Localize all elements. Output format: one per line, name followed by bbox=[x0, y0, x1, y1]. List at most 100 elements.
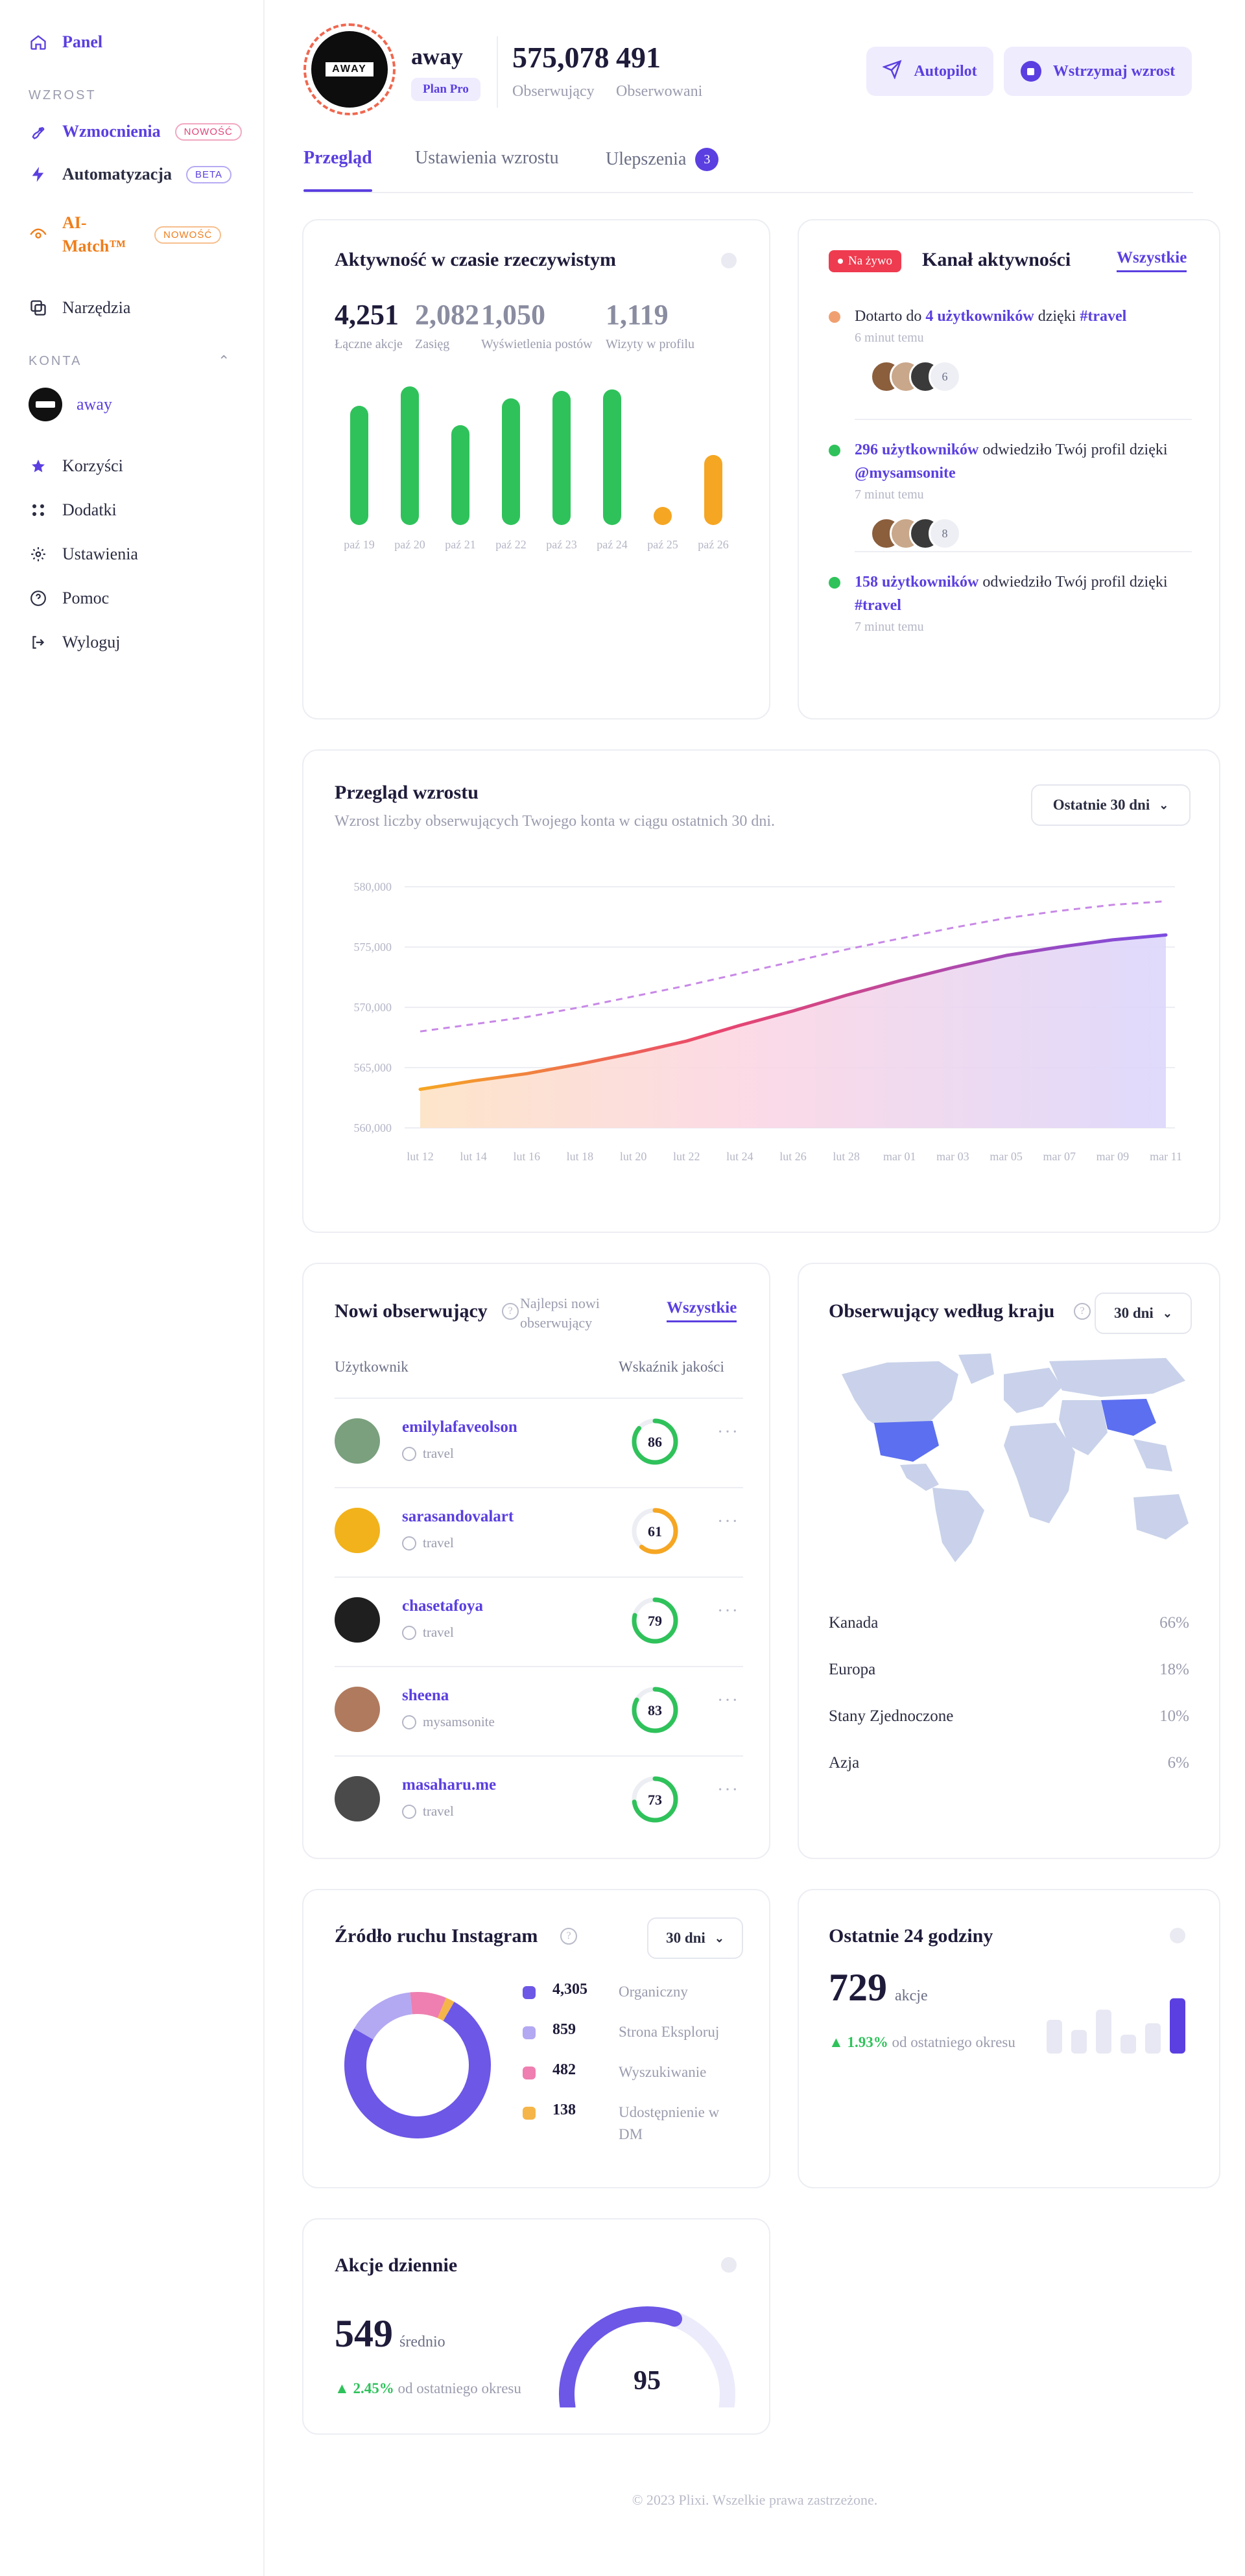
more-options-icon[interactable]: ··· bbox=[717, 1601, 739, 1622]
info-dot[interactable] bbox=[721, 2257, 737, 2273]
daily-value: 549 bbox=[335, 2312, 393, 2355]
feed-timestamp: 7 minut temu bbox=[855, 620, 924, 634]
country-name: Azja bbox=[829, 1754, 860, 1772]
pause-growth-button[interactable]: Wstrzymaj wzrost bbox=[1004, 47, 1192, 96]
traffic-range-label: 30 dni bbox=[666, 1930, 706, 1946]
feed-divider bbox=[855, 419, 1192, 420]
follower-row[interactable]: sheena mysamsonite 83 ··· bbox=[335, 1678, 743, 1742]
help-icon[interactable]: ? bbox=[502, 1303, 519, 1320]
follower-username[interactable]: chasetafoya bbox=[402, 1597, 483, 1615]
country-name: Europa bbox=[829, 1661, 876, 1678]
gear-icon bbox=[29, 544, 48, 564]
feed-item-text: 296 użytkowników odwiedziło Twój profil … bbox=[855, 438, 1179, 485]
hour-bar bbox=[1170, 1998, 1185, 2054]
nav-tools[interactable]: Narzędzia bbox=[29, 298, 130, 318]
more-options-icon[interactable]: ··· bbox=[717, 1512, 739, 1532]
follower-username[interactable]: sarasandovalart bbox=[402, 1508, 514, 1526]
x-tick-label: mar 09 bbox=[1097, 1150, 1129, 1163]
help-icon[interactable]: ? bbox=[560, 1928, 577, 1945]
sidebar: Panel WZROST Wzmocnienia NOWOŚĆ Automaty… bbox=[0, 0, 265, 2576]
help-icon[interactable]: ? bbox=[1074, 1303, 1091, 1320]
follower-avatar[interactable] bbox=[335, 1776, 380, 1821]
col-user: Użytkownik bbox=[335, 1359, 409, 1375]
more-options-icon[interactable]: ··· bbox=[717, 1780, 739, 1801]
nav-addons[interactable]: Dodatki bbox=[29, 500, 117, 520]
feed-divider bbox=[855, 551, 1192, 552]
follower-row[interactable]: sarasandovalart travel 61 ··· bbox=[335, 1499, 743, 1563]
follower-row[interactable]: chasetafoya travel 79 ··· bbox=[335, 1588, 743, 1653]
info-dot[interactable] bbox=[1170, 1928, 1185, 1943]
map-south-america bbox=[932, 1488, 984, 1562]
nav-automation[interactable]: Automatyzacja BETA bbox=[29, 165, 232, 184]
pause-growth-label: Wstrzymaj wzrost bbox=[1052, 62, 1176, 80]
tab-bar: Przegląd Ustawienia wzrostu Ulepszenia 3 bbox=[303, 148, 1193, 193]
feed-hashtag-link[interactable]: #travel bbox=[1080, 308, 1126, 325]
follower-avatar[interactable] bbox=[335, 1687, 380, 1732]
nav-logout[interactable]: Wyloguj bbox=[29, 633, 120, 652]
feed-highlight[interactable]: 296 użytkowników bbox=[855, 441, 978, 458]
daily-actions-card: Akcje dziennie 549 średnio ▲ 2.45% od os… bbox=[302, 2218, 770, 2435]
hour-bar bbox=[1047, 2020, 1062, 2054]
follower-avatar[interactable] bbox=[335, 1418, 380, 1464]
feed-highlight[interactable]: 4 użytkowników bbox=[925, 308, 1034, 325]
follower-avatar[interactable] bbox=[335, 1508, 380, 1553]
stat-value: 1,050 bbox=[481, 299, 545, 331]
bar-day-label: paź 19 bbox=[344, 538, 374, 551]
follower-source: travel bbox=[423, 1446, 454, 1461]
nav-settings[interactable]: Ustawienia bbox=[29, 544, 138, 564]
nav-benefits[interactable]: Korzyści bbox=[29, 456, 123, 476]
nav-boosts[interactable]: Wzmocnienia NOWOŚĆ bbox=[29, 122, 242, 141]
nav-help[interactable]: Pomoc bbox=[29, 589, 109, 608]
send-icon bbox=[882, 59, 902, 84]
nav-ai-match[interactable]: AI-Match™ NOWOŚĆ bbox=[29, 211, 222, 258]
quality-score-ring: 86 bbox=[632, 1418, 678, 1465]
star-icon bbox=[29, 456, 48, 476]
follower-username[interactable]: emilylafaveolson bbox=[402, 1418, 517, 1436]
help-icon bbox=[29, 589, 48, 608]
feed-all-link[interactable]: Wszystkie bbox=[1117, 249, 1187, 272]
more-options-icon[interactable]: ··· bbox=[717, 1691, 739, 1711]
feed-highlight[interactable]: 158 użytkowników bbox=[855, 574, 978, 591]
plan-badge: Plan Pro bbox=[411, 78, 480, 101]
follower-source: mysamsonite bbox=[423, 1714, 495, 1729]
best-followers-tab[interactable]: Najlepsi nowi obserwujący bbox=[520, 1294, 630, 1333]
traffic-title: Źródło ruchu Instagram bbox=[335, 1925, 538, 1947]
country-percent: 18% bbox=[1159, 1661, 1189, 1678]
source-icon bbox=[402, 1447, 416, 1461]
followers-label: Obserwujący bbox=[512, 83, 595, 100]
traffic-range-select[interactable]: 30 dni ⌄ bbox=[647, 1917, 743, 1959]
account-away[interactable]: away bbox=[29, 388, 112, 421]
last24-value: 729 bbox=[829, 1966, 887, 2009]
tab-upgrades[interactable]: Ulepszenia 3 bbox=[606, 148, 719, 171]
daily-unit: średnio bbox=[399, 2334, 445, 2350]
tab-overview[interactable]: Przegląd bbox=[303, 148, 372, 192]
all-followers-tab[interactable]: Wszystkie bbox=[667, 1299, 737, 1322]
follower-row[interactable]: emilylafaveolson travel 86 ··· bbox=[335, 1409, 743, 1474]
stat-value: 2,082 bbox=[415, 299, 479, 331]
beta-badge: BETA bbox=[185, 165, 232, 183]
follower-avatar[interactable] bbox=[335, 1597, 380, 1643]
tab-growth-settings[interactable]: Ustawienia wzrostu bbox=[415, 148, 559, 169]
follower-source: travel bbox=[423, 1535, 454, 1551]
feed-hashtag-link[interactable]: #travel bbox=[855, 597, 901, 614]
autopilot-button[interactable]: Autopilot bbox=[866, 47, 993, 96]
bar-day-label: paź 20 bbox=[394, 538, 425, 551]
y-tick-label: 560,000 bbox=[354, 1121, 392, 1134]
bar-day-label: paź 22 bbox=[495, 538, 526, 551]
follower-username[interactable]: sheena bbox=[402, 1687, 449, 1705]
bar-day-label: paź 25 bbox=[647, 538, 678, 551]
brand-logo: AWAY bbox=[326, 62, 374, 76]
profile-header: AWAY away Plan Pro 575,078 Obserwujący 4… bbox=[303, 23, 1193, 115]
countries-title: Obserwujący według kraju bbox=[829, 1300, 1055, 1322]
chevron-down-icon: ⌄ bbox=[714, 1931, 724, 1945]
nav-panel[interactable]: Panel bbox=[29, 32, 102, 52]
follower-row[interactable]: masaharu.me travel 73 ··· bbox=[335, 1767, 743, 1832]
profile-avatar[interactable]: AWAY bbox=[303, 23, 396, 115]
countries-range-select[interactable]: 30 dni ⌄ bbox=[1095, 1293, 1192, 1334]
feed-hashtag-link[interactable]: @mysamsonite bbox=[855, 465, 956, 482]
more-options-icon[interactable]: ··· bbox=[717, 1422, 739, 1443]
chevron-up-icon[interactable]: ⌃ bbox=[218, 353, 230, 369]
activity-bar bbox=[552, 391, 571, 525]
follower-username[interactable]: masaharu.me bbox=[402, 1776, 496, 1794]
avatar-count: 6 bbox=[929, 360, 961, 393]
